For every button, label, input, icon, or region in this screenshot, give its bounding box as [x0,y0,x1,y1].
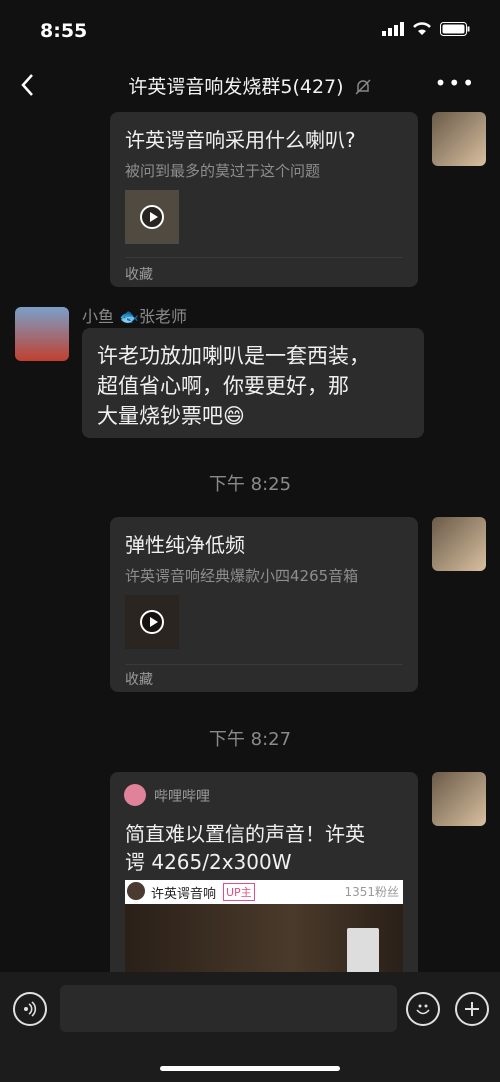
shared-card-1[interactable]: 许英谔音响采用什么喇叭? 被问到最多的莫过于这个问题 收藏 [110,112,418,287]
time-separator: 下午 8:27 [208,729,292,750]
card-subtitle: 被问到最多的莫过于这个问题 [125,162,321,180]
home-indicator[interactable] [160,1066,340,1071]
more-options-button[interactable]: ••• [435,73,476,93]
plus-icon [465,1002,479,1016]
channel-avatar [127,882,145,900]
shared-card-2[interactable]: 弹性纯净低频 许英谔音响经典爆款小四4265音箱 收藏 [110,517,418,692]
voice-icon [24,1001,37,1017]
time-separator: 下午 8:25 [208,474,292,495]
wifi-icon [413,22,431,35]
card-divider [125,257,403,258]
my-avatar[interactable] [432,112,486,166]
add-more-button[interactable] [455,992,489,1026]
status-icons [382,22,470,36]
status-time: 8:55 [40,20,88,42]
message-line: 超值省心啊，你要更好，那 [97,374,349,398]
bilibili-card[interactable]: 哔哩哔哩 简直难以置信的声音！许英 谔 4265/2x300W 许英谔音响 UP… [110,772,418,982]
play-icon [140,205,164,229]
video-preview[interactable]: 许英谔音响 UP主 1351粉丝 [125,880,403,982]
video-thumbnail[interactable] [125,190,179,244]
card-footer: 收藏 [125,672,153,688]
message-line: 许老功放加喇叭是一套西装， [97,344,370,368]
battery-icon [440,22,470,36]
emoji-icon [416,1004,430,1015]
chat-title: 许英谔音响发烧群5(427) [0,72,500,99]
card-divider [125,664,403,665]
card-footer: 收藏 [125,267,153,283]
card-title: 弹性纯净低频 [125,533,245,557]
message-input[interactable] [60,985,397,1032]
play-icon [140,610,164,634]
card-title: 谔 4265/2x300W [125,850,292,874]
channel-name: 许英谔音响 [151,887,217,902]
mute-bell-icon [355,79,371,95]
up-badge: UP主 [223,883,255,901]
emoji-button[interactable] [406,992,440,1026]
card-subtitle: 许英谔音响经典爆款小四4265音箱 [125,567,359,585]
sender-avatar[interactable] [15,307,69,361]
bilibili-logo-icon [124,784,146,806]
card-source: 哔哩哔哩 [154,789,210,805]
sender-name: 小鱼 🐟张老师 [82,307,188,326]
text-message[interactable]: 许老功放加喇叭是一套西装， 超值省心啊，你要更好，那 大量烧钞票吧😄 [82,328,424,438]
signal-icon [382,22,404,36]
card-title: 许英谔音响采用什么喇叭? [125,128,356,152]
card-title: 简直难以置信的声音！许英 [125,822,365,846]
my-avatar[interactable] [432,772,486,826]
voice-input-button[interactable] [13,992,47,1026]
video-thumbnail[interactable] [125,595,179,649]
fans-count: 1351粉丝 [344,885,399,899]
my-avatar[interactable] [432,517,486,571]
message-line: 大量烧钞票吧😄 [97,404,245,428]
